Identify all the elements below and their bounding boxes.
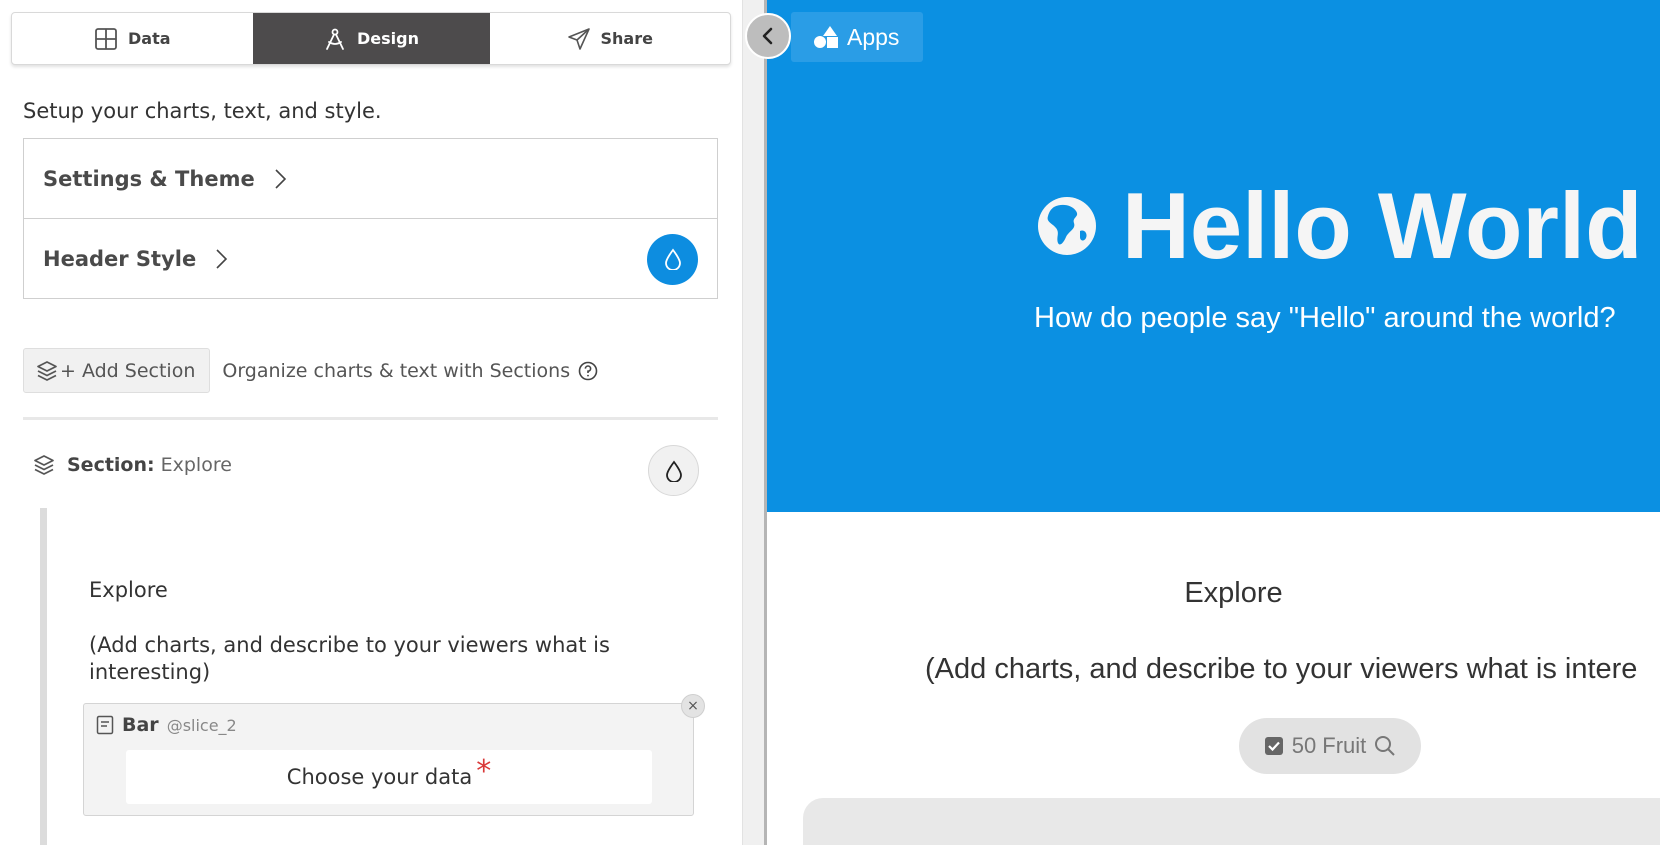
water-drop-icon	[665, 460, 682, 482]
help-circle-icon[interactable]	[578, 361, 598, 381]
tab-share[interactable]: Share	[490, 13, 731, 64]
search-icon	[1375, 736, 1396, 756]
shapes-icon	[814, 26, 838, 48]
dashboard-title-text: Hello World	[1122, 173, 1643, 278]
header-banner: Apps Hello World How do people say "Hell…	[767, 0, 1660, 512]
panel-splitter[interactable]	[742, 0, 767, 845]
apps-label: Apps	[847, 23, 900, 50]
header-style-row[interactable]: Header Style	[24, 219, 717, 299]
water-drop-icon	[664, 248, 681, 270]
tab-share-label: Share	[600, 29, 653, 48]
required-asterisk: *	[476, 753, 492, 789]
divider	[23, 417, 718, 420]
apps-button[interactable]: Apps	[791, 12, 924, 62]
section-prefix: Section:	[67, 454, 155, 476]
checkbox-checked-icon	[1264, 737, 1283, 755]
layers-icon	[37, 360, 57, 381]
design-menu: Settings & Theme Header Style	[23, 138, 718, 299]
filter-pill-label: 50 Fruit	[1291, 733, 1367, 758]
header-style-label: Header Style	[43, 247, 197, 271]
section-color-button[interactable]	[648, 445, 699, 496]
dashboard-preview: Apps Hello World How do people say "Hell…	[767, 0, 1660, 845]
choose-data-label: Choose your data	[286, 765, 473, 789]
section-indent-bar	[40, 508, 47, 845]
header-color-button[interactable]	[647, 233, 698, 285]
remove-chart-button[interactable]: ×	[681, 694, 705, 718]
chart-card: Bar @slice_2 Choose your data *	[83, 703, 694, 816]
add-section-label: + Add Section	[60, 359, 196, 382]
settings-theme-row[interactable]: Settings & Theme	[24, 139, 717, 219]
section-name: Explore	[160, 454, 232, 476]
add-section-row: + Add Section Organize charts & text wit…	[23, 348, 598, 393]
filter-pill[interactable]: 50 Fruit	[1239, 718, 1421, 774]
collapse-panel-button[interactable]	[745, 13, 791, 59]
paper-plane-icon	[567, 27, 590, 50]
document-icon	[96, 715, 114, 735]
chevron-right-icon	[216, 249, 228, 269]
chart-slice-id: @slice_2	[166, 715, 237, 735]
editor-panel: Data Design Share Setup your charts, tex…	[0, 0, 742, 845]
drafting-compass-icon	[326, 28, 344, 50]
chart-type-label: Bar	[122, 714, 159, 736]
dashboard-subtitle: How do people say "Hello" around the wor…	[1034, 302, 1616, 334]
tab-data-label: Data	[127, 29, 171, 48]
preview-section-title: Explore	[1184, 577, 1283, 609]
chart-card-header: Bar @slice_2	[96, 714, 237, 736]
settings-theme-label: Settings & Theme	[43, 166, 255, 191]
add-section-button[interactable]: + Add Section	[23, 348, 211, 393]
section-description-text[interactable]: (Add charts, and describe to your viewer…	[89, 632, 709, 686]
tab-data[interactable]: Data	[12, 13, 253, 64]
mode-tabs: Data Design Share	[11, 12, 731, 65]
table-grid-icon	[95, 27, 117, 50]
chevron-left-icon	[762, 27, 773, 45]
globe-icon	[1038, 197, 1096, 255]
organize-hint-text: Organize charts & text with Sections	[222, 359, 571, 382]
dashboard-title: Hello World	[1036, 172, 1643, 280]
chart-placeholder	[803, 798, 1660, 845]
section-title-text[interactable]: Explore	[89, 578, 168, 602]
design-intro-text: Setup your charts, text, and style.	[23, 99, 382, 123]
layers-icon	[34, 455, 54, 475]
chevron-right-icon	[275, 168, 286, 189]
choose-data-button[interactable]: Choose your data *	[126, 750, 652, 804]
section-header: Section: Explore	[33, 454, 232, 476]
tab-design[interactable]: Design	[252, 13, 490, 64]
preview-section-description: (Add charts, and describe to your viewer…	[925, 653, 1638, 685]
tab-design-label: Design	[357, 29, 419, 48]
